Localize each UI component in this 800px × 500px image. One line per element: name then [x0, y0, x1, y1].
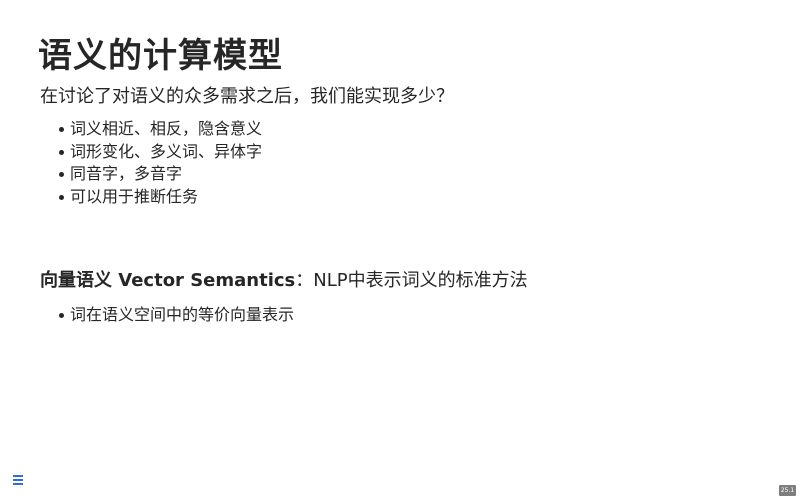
hamburger-menu-icon[interactable] — [10, 472, 26, 488]
bullet-dot — [59, 313, 64, 318]
list-item: 词义相近、相反，隐含意义 — [40, 118, 262, 141]
section-heading-strong: 向量语义 Vector Semantics — [40, 270, 296, 291]
menu-bar-line — [13, 475, 23, 477]
list-item: 词形变化、多义词、异体字 — [40, 141, 262, 164]
list-item-text: 同音字，多音字 — [70, 164, 183, 183]
section-heading-rest: ：NLP中表示词义的标准方法 — [295, 270, 528, 291]
bullet-dot — [59, 127, 64, 132]
list-item-text: 可以用于推断任务 — [70, 186, 199, 206]
list-item-text: 词形变化、多义词、异体字 — [70, 141, 263, 161]
requirements-list: 词义相近、相反，隐含意义 词形变化、多义词、异体字 同音字，多音字 可以用于推断… — [40, 118, 262, 208]
section-points-list: 词在语义空间中的等价向量表示 — [40, 304, 294, 327]
list-item: 词在语义空间中的等价向量表示 — [40, 304, 294, 327]
bullet-dot — [59, 194, 64, 200]
section-heading: 向量语义 Vector Semantics：NLP中表示词义的标准方法 — [40, 266, 528, 292]
list-item-text: 词义相近、相反，隐含意义 — [70, 119, 263, 138]
page-number-badge: 25.1 — [779, 485, 796, 496]
bullet-dot — [59, 149, 64, 155]
list-item: 同音字，多音字 — [40, 163, 262, 186]
slide-title: 语义的计算模型 — [38, 36, 283, 76]
menu-bar-line — [13, 483, 23, 485]
menu-bar-line — [13, 479, 23, 481]
list-item: 可以用于推断任务 — [40, 186, 262, 209]
list-item-text: 词在语义空间中的等价向量表示 — [70, 305, 295, 324]
slide: 语义的计算模型 在讨论了对语义的众多需求之后，我们能实现多少？ 词义相近、相反，… — [0, 0, 800, 500]
intro-text: 在讨论了对语义的众多需求之后，我们能实现多少？ — [40, 86, 454, 107]
bullet-dot — [59, 172, 64, 177]
